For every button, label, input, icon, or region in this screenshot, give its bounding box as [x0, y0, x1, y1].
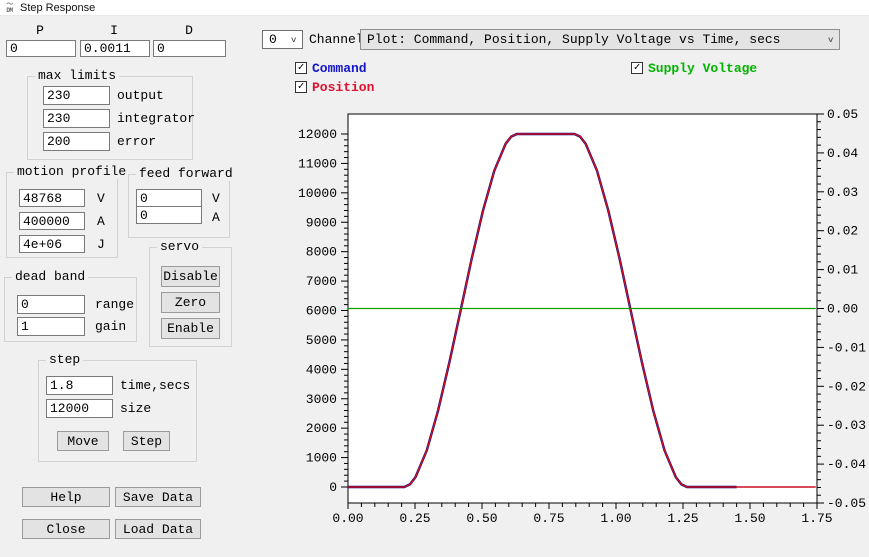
svg-text:4000: 4000	[306, 362, 337, 377]
svg-text:6000: 6000	[306, 304, 337, 319]
svg-text:0.03: 0.03	[827, 185, 858, 200]
svg-text:0.75: 0.75	[533, 511, 564, 526]
svg-text:1.50: 1.50	[734, 511, 765, 526]
svg-text:0.25: 0.25	[399, 511, 430, 526]
svg-text:-0.01: -0.01	[827, 340, 866, 355]
svg-text:8000: 8000	[306, 245, 337, 260]
svg-text:0.50: 0.50	[466, 511, 497, 526]
svg-text:12000: 12000	[298, 127, 337, 142]
svg-text:11000: 11000	[298, 156, 337, 171]
svg-text:-0.05: -0.05	[827, 496, 866, 511]
svg-text:7000: 7000	[306, 274, 337, 289]
svg-text:5000: 5000	[306, 333, 337, 348]
svg-text:0.05: 0.05	[827, 107, 858, 122]
svg-text:-0.02: -0.02	[827, 379, 866, 394]
svg-text:10000: 10000	[298, 186, 337, 201]
svg-text:3000: 3000	[306, 392, 337, 407]
svg-text:0.00: 0.00	[827, 302, 858, 317]
svg-text:1000: 1000	[306, 451, 337, 466]
svg-text:0.04: 0.04	[827, 146, 858, 161]
svg-text:9000: 9000	[306, 215, 337, 230]
svg-text:1.75: 1.75	[801, 511, 832, 526]
svg-text:2000: 2000	[306, 421, 337, 436]
svg-text:1.00: 1.00	[600, 511, 631, 526]
svg-text:0.02: 0.02	[827, 224, 858, 239]
svg-text:1.25: 1.25	[667, 511, 698, 526]
svg-text:-0.04: -0.04	[827, 457, 866, 472]
svg-text:0.01: 0.01	[827, 263, 858, 278]
step-response-chart: 0 1000 2000 3000 4000 5000 6000 7000 8000 9000 100…	[0, 0, 869, 557]
svg-text:0: 0	[329, 480, 337, 495]
svg-text:-0.03: -0.03	[827, 418, 866, 433]
svg-text:0.00: 0.00	[332, 511, 363, 526]
step-response-window: 〜DM Step Response P I D max limits outpu…	[0, 0, 869, 557]
